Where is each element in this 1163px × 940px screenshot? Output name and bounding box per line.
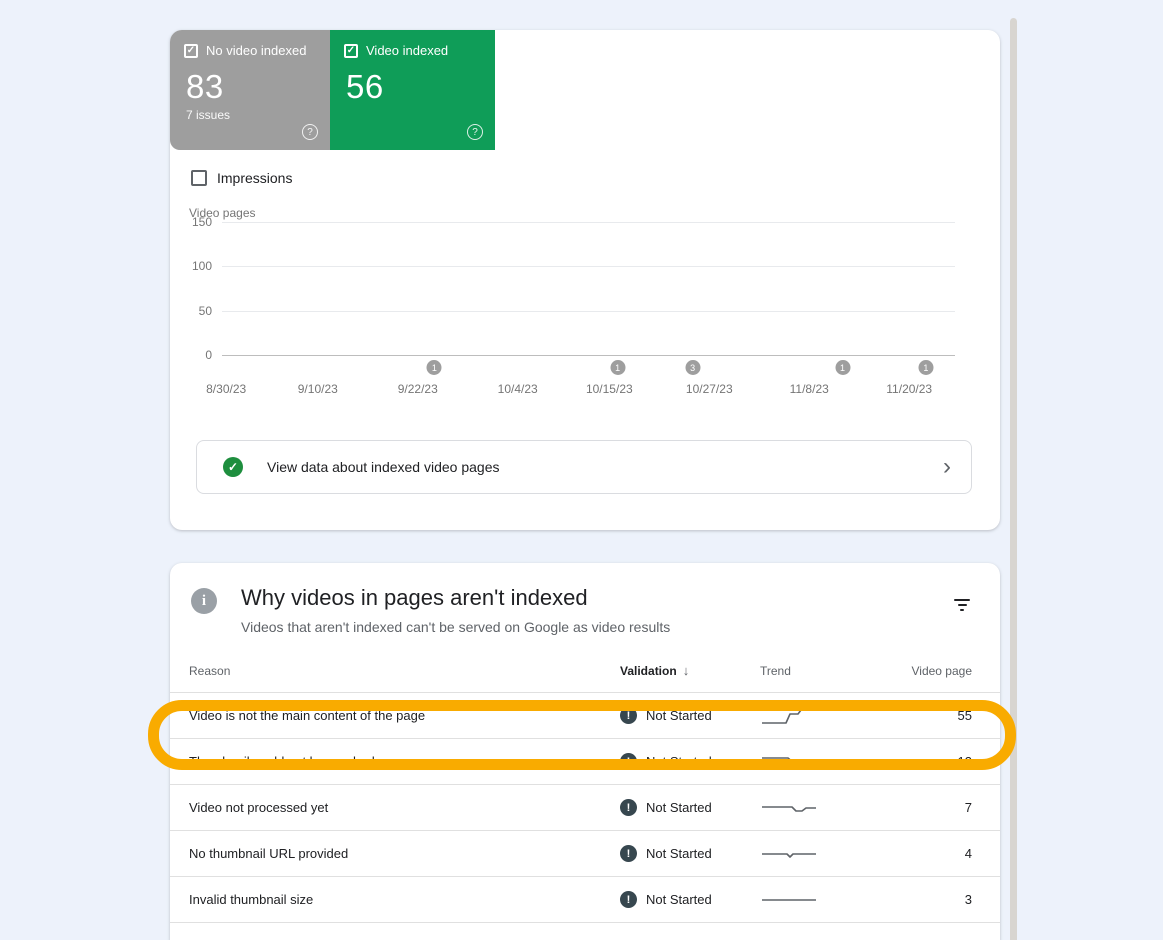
- gridline-0: 0: [222, 355, 955, 356]
- why-not-indexed-card: i Why videos in pages aren't indexed Vid…: [170, 563, 1000, 940]
- impressions-label: Impressions: [217, 170, 292, 186]
- metric-value: 83: [186, 68, 316, 106]
- column-validation[interactable]: Validation↓: [620, 663, 760, 678]
- chevron-right-icon: ›: [943, 455, 951, 479]
- column-reason[interactable]: Reason: [189, 664, 620, 678]
- metric-label: No video indexed: [206, 43, 306, 58]
- metric-label: Video indexed: [366, 43, 448, 58]
- video-page-count: 7: [910, 800, 972, 815]
- x-tick-label: 11/20/23: [886, 382, 932, 396]
- x-tick-label: 9/10/23: [298, 382, 338, 396]
- table-card-header: i Why videos in pages aren't indexed Vid…: [170, 563, 1000, 649]
- x-axis-labels: 8/30/239/10/239/22/2310/4/2310/15/2310/2…: [222, 382, 955, 398]
- filter-icon[interactable]: [950, 593, 974, 617]
- annotation-marker[interactable]: 1: [835, 360, 850, 375]
- validation-status: ! Not Started: [620, 799, 760, 816]
- validation-label: Not Started: [646, 892, 712, 907]
- annotation-marker[interactable]: 3: [685, 360, 700, 375]
- x-tick-label: 10/4/23: [498, 382, 538, 396]
- reasons-table-body: Video is not the main content of the pag…: [170, 693, 1000, 923]
- metric-cards: ✓ No video indexed 83 7 issues ? ✓ Video…: [170, 30, 1000, 150]
- metric-value: 56: [346, 68, 481, 106]
- metric-card-no-video-indexed[interactable]: ✓ No video indexed 83 7 issues ?: [170, 30, 330, 150]
- y-tick-label: 0: [205, 348, 212, 362]
- reason-label: Thumbnail could not be reached: [189, 754, 620, 769]
- card-subtitle: Videos that aren't indexed can't be serv…: [241, 619, 950, 635]
- x-tick-label: 10/15/23: [586, 382, 633, 396]
- trend-sparkline: [760, 887, 910, 913]
- search-console-video-indexing-page: ✓ No video indexed 83 7 issues ? ✓ Video…: [0, 0, 1163, 940]
- reason-label: Video not processed yet: [189, 800, 620, 815]
- error-exclamation-icon: !: [620, 753, 637, 770]
- reason-label: Video is not the main content of the pag…: [189, 708, 620, 723]
- view-indexed-data-banner[interactable]: ✓ View data about indexed video pages ›: [196, 440, 972, 494]
- table-row[interactable]: Video is not the main content of the pag…: [170, 693, 1000, 739]
- checkbox-video-indexed[interactable]: ✓: [344, 44, 358, 58]
- trend-sparkline: [760, 703, 910, 729]
- validation-status: ! Not Started: [620, 891, 760, 908]
- stacked-bar-chart: 150100500: [222, 222, 955, 355]
- table-row[interactable]: Video not processed yet ! Not Started 7: [170, 785, 1000, 831]
- trend-sparkline: [760, 795, 910, 821]
- success-check-icon: ✓: [223, 457, 243, 477]
- video-page-count: 13: [910, 754, 972, 769]
- video-page-count: 55: [910, 708, 972, 723]
- error-exclamation-icon: !: [620, 799, 637, 816]
- help-icon[interactable]: ?: [302, 124, 318, 140]
- x-tick-label: 11/8/23: [790, 382, 829, 396]
- y-tick-label: 50: [199, 304, 212, 318]
- column-video-page[interactable]: Video page: [910, 664, 972, 678]
- x-tick-label: 10/27/23: [686, 382, 733, 396]
- reason-label: Invalid thumbnail size: [189, 892, 620, 907]
- page-scrollbar[interactable]: [1010, 18, 1017, 940]
- annotation-marker[interactable]: 1: [427, 360, 442, 375]
- y-axis-title: Video pages: [189, 206, 1000, 220]
- metric-issues-count: 7 issues: [186, 108, 316, 122]
- metric-card-video-indexed[interactable]: ✓ Video indexed 56 ?: [330, 30, 495, 150]
- annotation-marker[interactable]: 1: [918, 360, 933, 375]
- validation-label: Not Started: [646, 754, 712, 769]
- card-title: Why videos in pages aren't indexed: [241, 585, 950, 611]
- bar-series: [223, 222, 955, 355]
- table-row[interactable]: No thumbnail URL provided ! Not Started …: [170, 831, 1000, 877]
- annotation-markers: 1 1 3 1 1: [222, 360, 955, 382]
- banner-label: View data about indexed video pages: [267, 459, 943, 475]
- y-tick-label: 100: [192, 259, 212, 273]
- checkbox-no-video-indexed[interactable]: ✓: [184, 44, 198, 58]
- reason-label: No thumbnail URL provided: [189, 846, 620, 861]
- validation-label: Not Started: [646, 800, 712, 815]
- table-row[interactable]: Invalid thumbnail size ! Not Started 3: [170, 877, 1000, 923]
- annotation-marker[interactable]: 1: [610, 360, 625, 375]
- error-exclamation-icon: !: [620, 707, 637, 724]
- video-page-count: 3: [910, 892, 972, 907]
- help-icon[interactable]: ?: [467, 124, 483, 140]
- impressions-checkbox[interactable]: [191, 170, 207, 186]
- validation-status: ! Not Started: [620, 845, 760, 862]
- error-exclamation-icon: !: [620, 891, 637, 908]
- video-indexing-chart-card: ✓ No video indexed 83 7 issues ? ✓ Video…: [170, 30, 1000, 530]
- validation-status: ! Not Started: [620, 753, 760, 770]
- y-tick-label: 150: [192, 215, 212, 229]
- error-exclamation-icon: !: [620, 845, 637, 862]
- validation-status: ! Not Started: [620, 707, 760, 724]
- trend-sparkline: [760, 749, 910, 775]
- validation-label: Not Started: [646, 846, 712, 861]
- trend-sparkline: [760, 841, 910, 867]
- x-tick-label: 8/30/23: [206, 382, 246, 396]
- x-tick-label: 9/22/23: [398, 382, 438, 396]
- table-header: Reason Validation↓ Trend Video page: [170, 649, 1000, 693]
- validation-label: Not Started: [646, 708, 712, 723]
- sort-desc-icon: ↓: [683, 663, 690, 678]
- video-page-count: 4: [910, 846, 972, 861]
- column-trend[interactable]: Trend: [760, 664, 910, 678]
- table-row[interactable]: Thumbnail could not be reached ! Not Sta…: [170, 739, 1000, 785]
- impressions-toggle: Impressions: [191, 170, 1000, 186]
- info-icon: i: [191, 588, 217, 614]
